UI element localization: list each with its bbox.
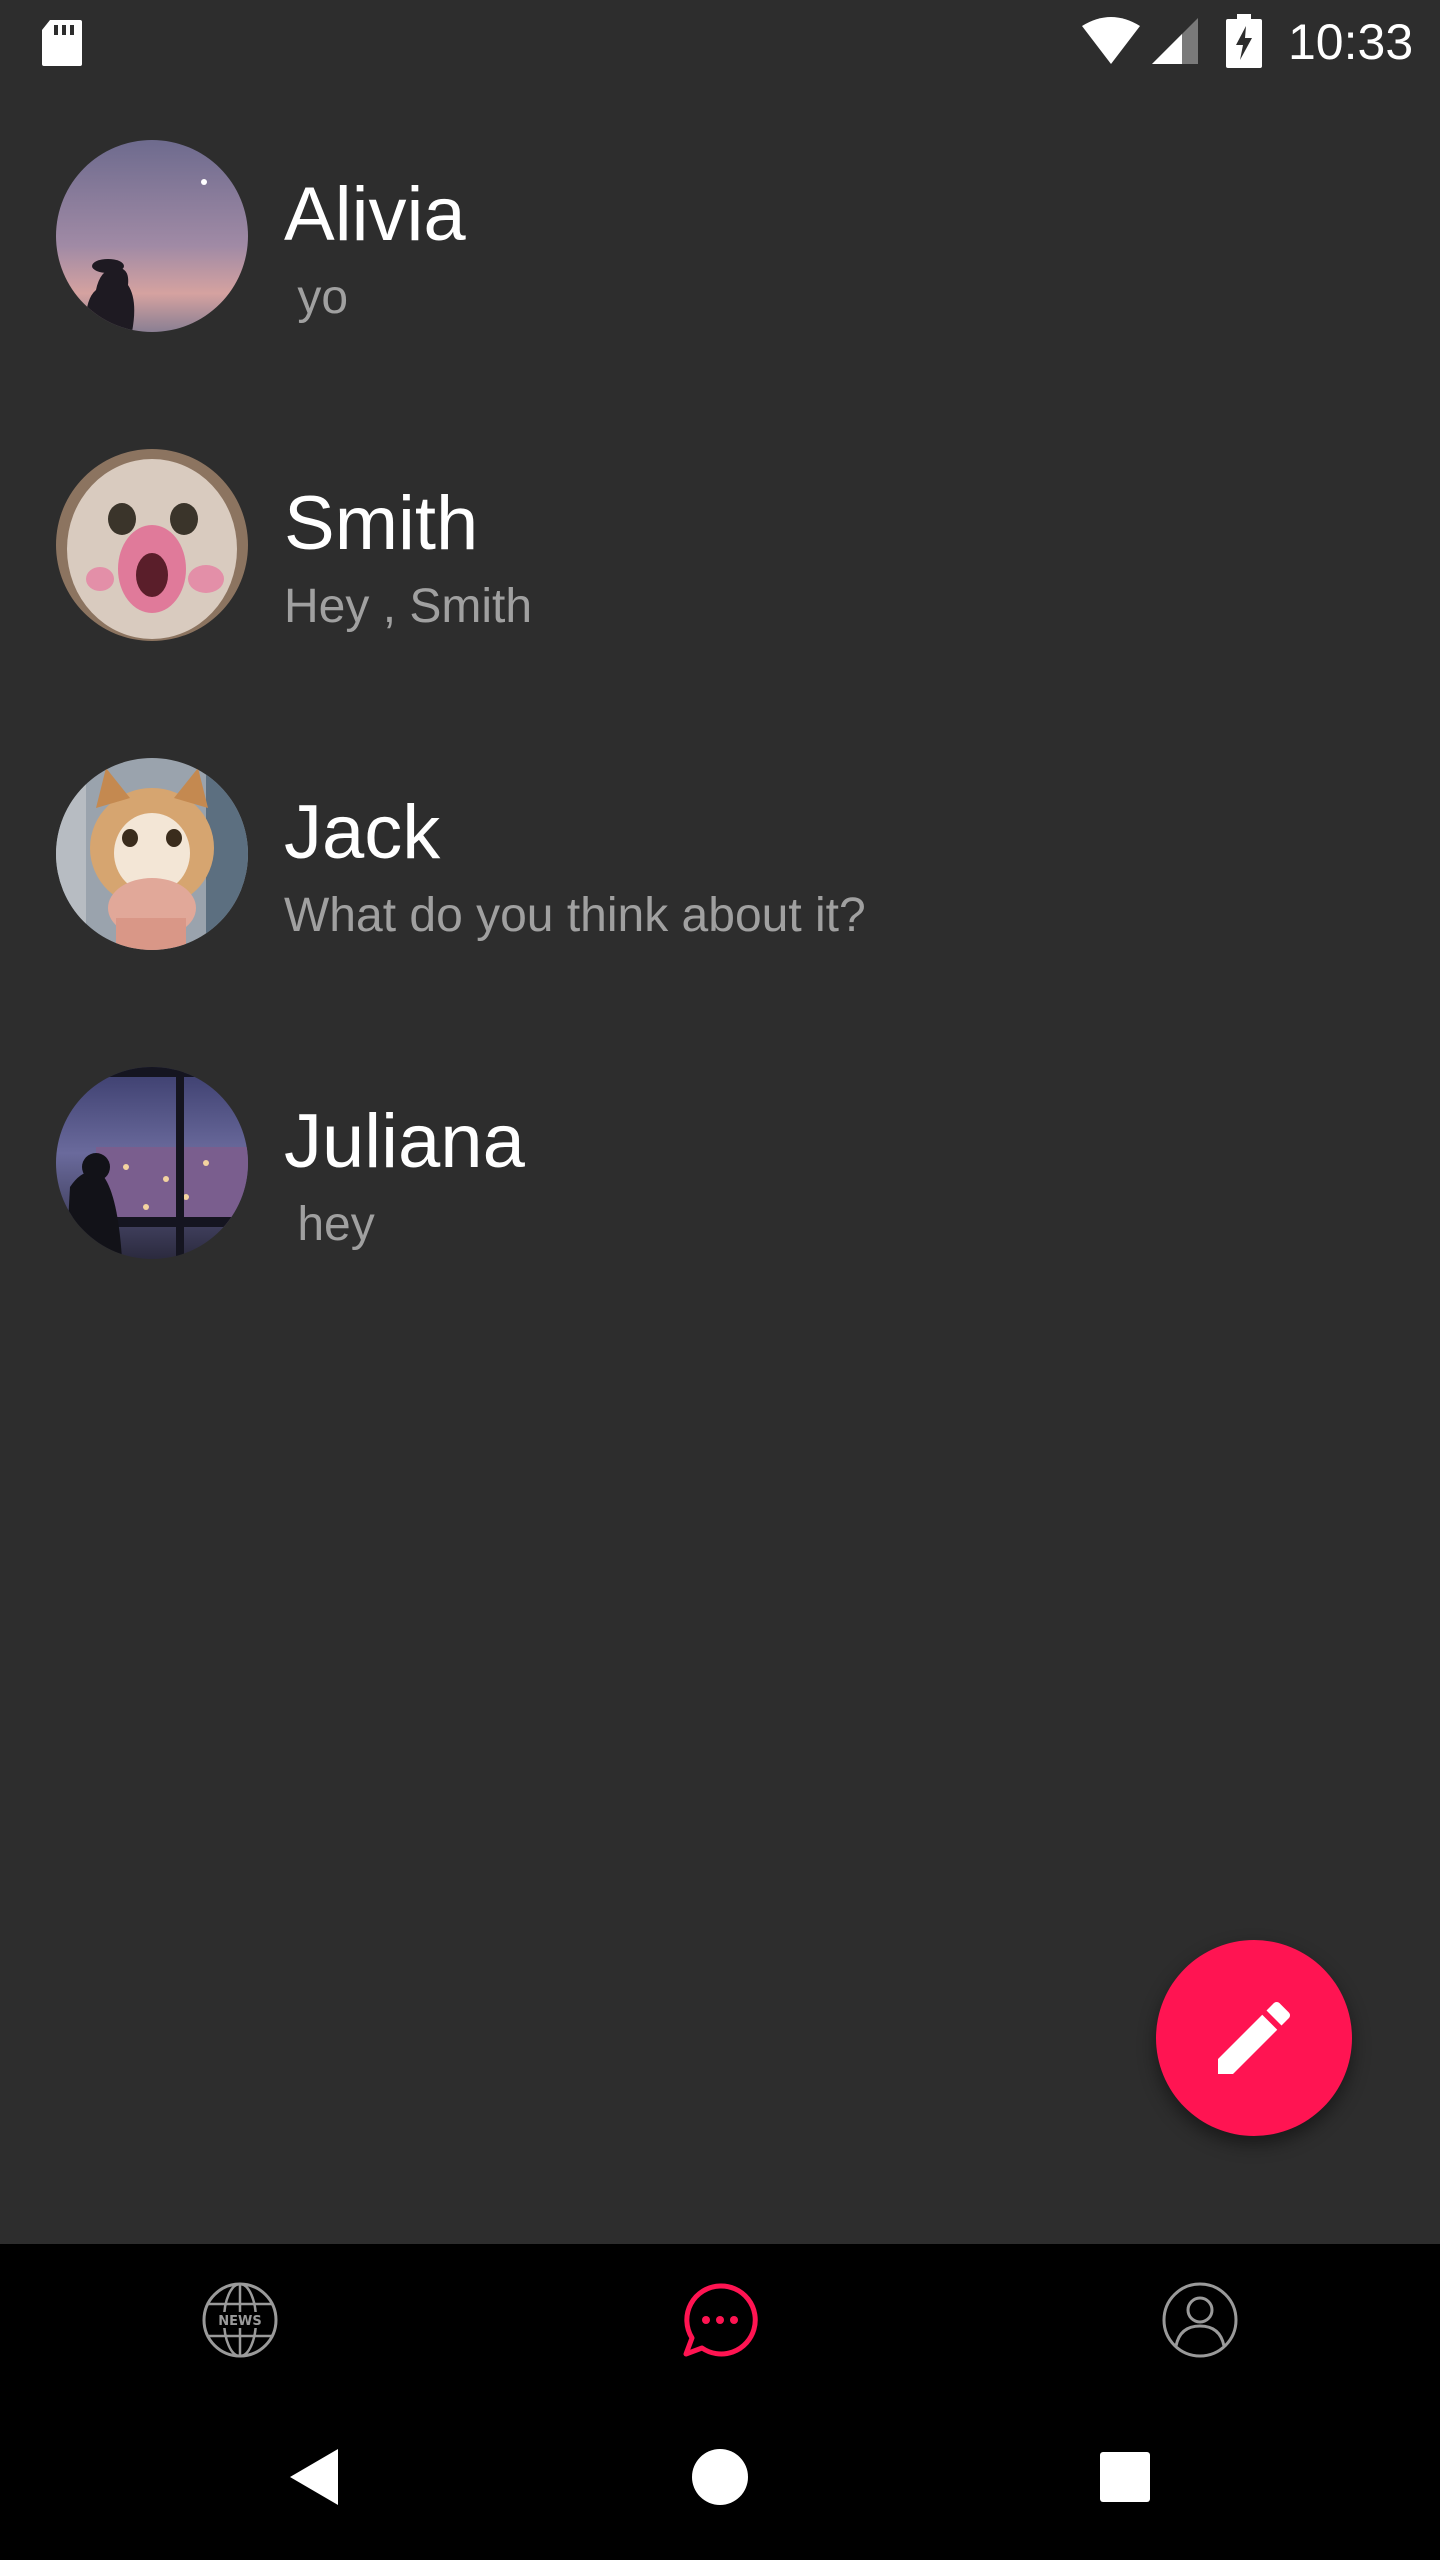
profile-icon [1162,2282,1238,2358]
svg-text:NEWS: NEWS [218,2314,261,2329]
contact-name: Smith [284,481,479,566]
contact-name: Jack [284,790,441,875]
avatar-juliana[interactable] [56,1067,248,1259]
conversation-item[interactable]: Jack What do you think about it? [0,728,1440,1037]
avatar-alivia[interactable] [56,140,248,332]
wifi-icon [1082,17,1140,64]
status-clock: 10:33 [1288,14,1414,70]
conversation-item[interactable]: Smith Hey , Smith [0,419,1440,728]
avatar-jack[interactable] [56,758,248,950]
system-navigation-bar [0,2394,1440,2560]
bottom-navigation: NEWS [0,2244,1440,2394]
home-icon [692,2449,748,2505]
recents-icon [1100,2452,1150,2502]
tab-news[interactable]: NEWS [170,2264,310,2374]
conversation-item[interactable]: Juliana hey [0,1037,1440,1346]
cell-signal-icon [1152,18,1198,64]
new-message-button[interactable] [1156,1940,1352,2136]
tab-profile[interactable] [1130,2264,1270,2374]
conversation-list: Alivia yo Smith Hey , Smith Jack What do… [0,110,1440,1346]
sd-card-icon [42,20,82,66]
last-message: What do you think about it? [284,889,866,942]
home-button[interactable] [675,2432,765,2522]
status-bar: 10:33 [0,0,1440,84]
chat-bubble-icon [683,2283,758,2357]
news-globe-icon: NEWS [202,2282,278,2358]
last-message: yo [284,271,349,324]
contact-name: Alivia [284,172,466,257]
back-icon [290,2449,338,2505]
last-message: hey [284,1198,375,1251]
recents-button[interactable] [1080,2432,1170,2522]
avatar-smith[interactable] [56,449,248,641]
back-button[interactable] [270,2432,360,2522]
tab-messages[interactable] [650,2264,790,2374]
last-message: Hey , Smith [284,580,533,633]
contact-name: Juliana [284,1099,525,1184]
chat-list-screen: 10:33 Alivia yo Smith Hey , Smith Jack W… [0,0,1440,2560]
battery-charging-icon [1226,14,1262,68]
conversation-item[interactable]: Alivia yo [0,110,1440,419]
pencil-icon [1218,2001,1291,2074]
